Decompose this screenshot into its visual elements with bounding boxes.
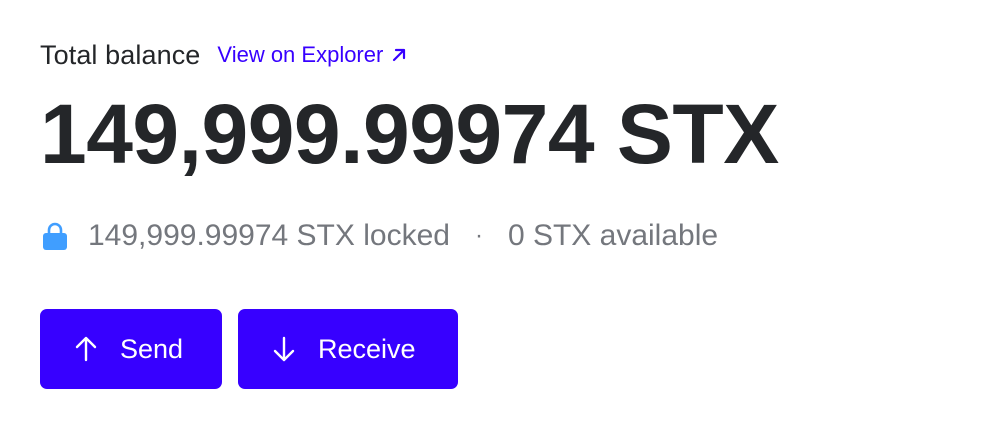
locked-amount: 149,999.99974 STX locked bbox=[88, 219, 450, 252]
balance-header: Total balance View on Explorer bbox=[40, 36, 980, 74]
receive-button-label: Receive bbox=[318, 333, 416, 364]
receive-button[interactable]: Receive bbox=[238, 309, 458, 389]
send-button-label: Send bbox=[120, 333, 184, 364]
balance-breakdown: 149,999.99974 STX locked · 0 STX availab… bbox=[40, 218, 980, 254]
arrow-up-right-icon bbox=[393, 48, 406, 62]
view-on-explorer-label: View on Explorer bbox=[217, 42, 384, 67]
total-balance-label: Total balance bbox=[40, 39, 201, 70]
arrow-down-icon bbox=[273, 336, 295, 362]
action-buttons: Send Receive bbox=[40, 309, 980, 389]
send-button[interactable]: Send bbox=[40, 309, 222, 389]
arrow-up-icon bbox=[75, 336, 97, 362]
lock-icon bbox=[43, 222, 67, 250]
balance-card: Total balance View on Explorer 149,999.9… bbox=[40, 36, 980, 389]
total-balance-amount: 149,999.99974 STX bbox=[40, 87, 779, 181]
available-amount: 0 STX available bbox=[507, 219, 719, 252]
separator-dot: · bbox=[474, 222, 483, 249]
view-on-explorer-link[interactable]: View on Explorer bbox=[217, 42, 407, 68]
